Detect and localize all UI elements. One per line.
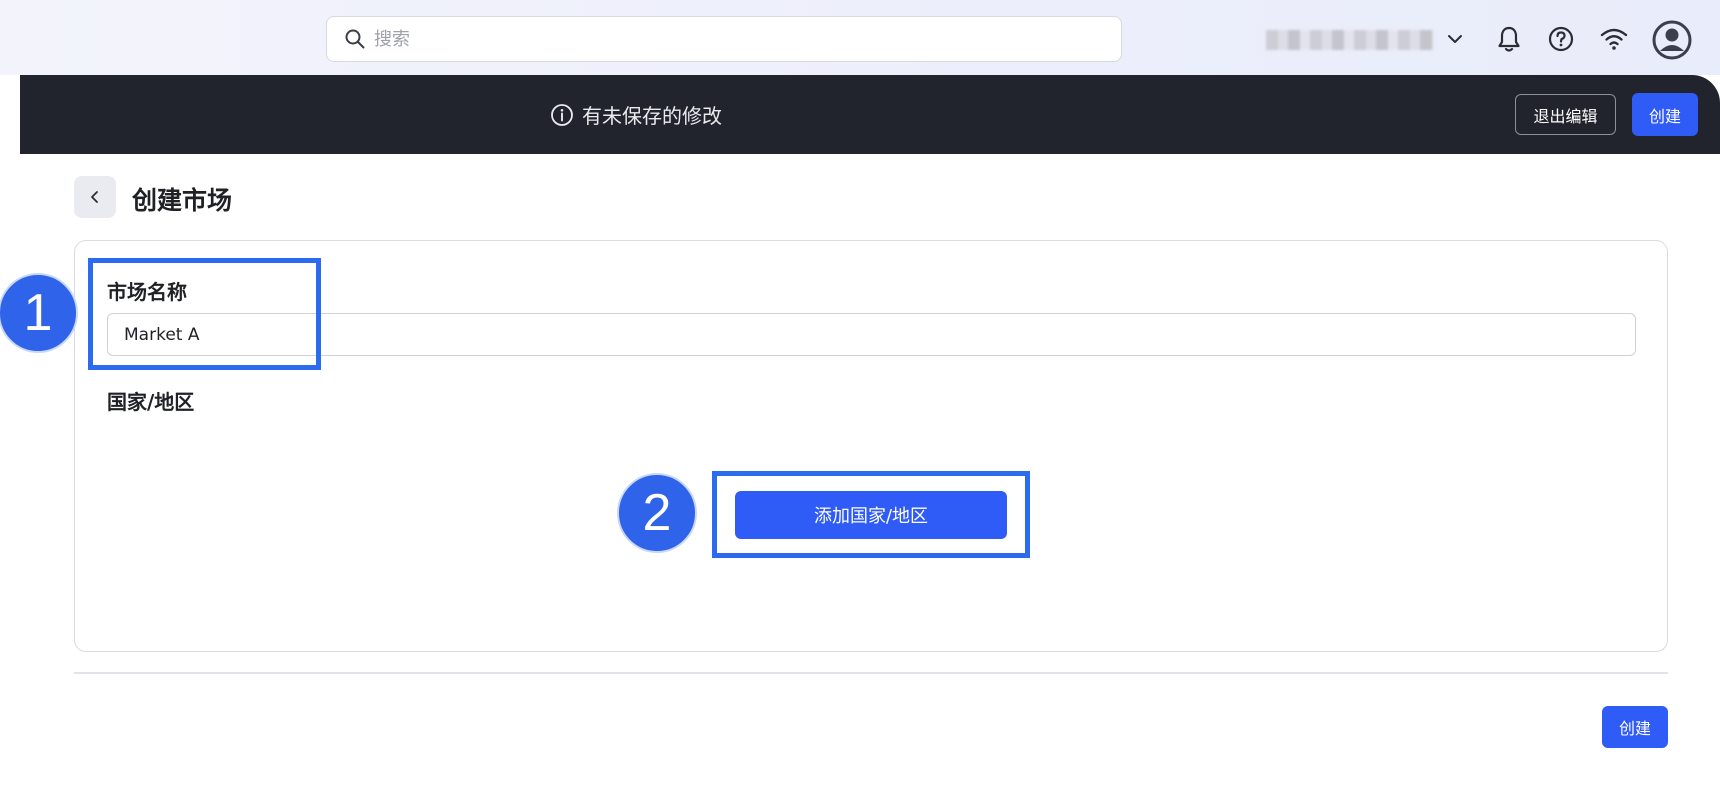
info-icon bbox=[551, 103, 573, 126]
unsaved-changes-bar: 有未保存的修改 退出编辑 创建 bbox=[20, 75, 1720, 154]
bell-icon[interactable] bbox=[1492, 22, 1526, 56]
step-badge-2: 2 bbox=[617, 473, 697, 553]
back-button[interactable] bbox=[74, 176, 116, 218]
highlight-box-market-name bbox=[88, 258, 321, 370]
unsaved-text: 有未保存的修改 bbox=[582, 104, 722, 128]
search-input[interactable] bbox=[372, 27, 1076, 51]
exit-edit-button[interactable]: 退出编辑 bbox=[1515, 94, 1616, 135]
create-button-bottom[interactable]: 创建 bbox=[1602, 706, 1668, 748]
unsaved-message: 有未保存的修改 bbox=[550, 100, 722, 129]
country-region-label: 国家/地区 bbox=[107, 390, 195, 414]
avatar-icon[interactable] bbox=[1652, 20, 1692, 60]
chevron-down-icon[interactable] bbox=[1438, 22, 1472, 56]
highlight-box-add-country bbox=[712, 471, 1030, 558]
page-title: 创建市场 bbox=[132, 186, 233, 215]
top-bar bbox=[0, 0, 1720, 75]
help-icon[interactable] bbox=[1544, 22, 1578, 56]
step-badge-1: 1 bbox=[0, 273, 78, 353]
search-icon bbox=[345, 29, 365, 49]
create-button-top[interactable]: 创建 bbox=[1632, 93, 1698, 136]
market-name-input[interactable] bbox=[107, 313, 1636, 356]
wifi-icon[interactable] bbox=[1597, 22, 1631, 56]
divider bbox=[74, 672, 1668, 674]
chevron-left-icon bbox=[91, 191, 98, 203]
account-name-redacted[interactable] bbox=[1266, 30, 1434, 50]
search-box[interactable] bbox=[326, 16, 1122, 62]
